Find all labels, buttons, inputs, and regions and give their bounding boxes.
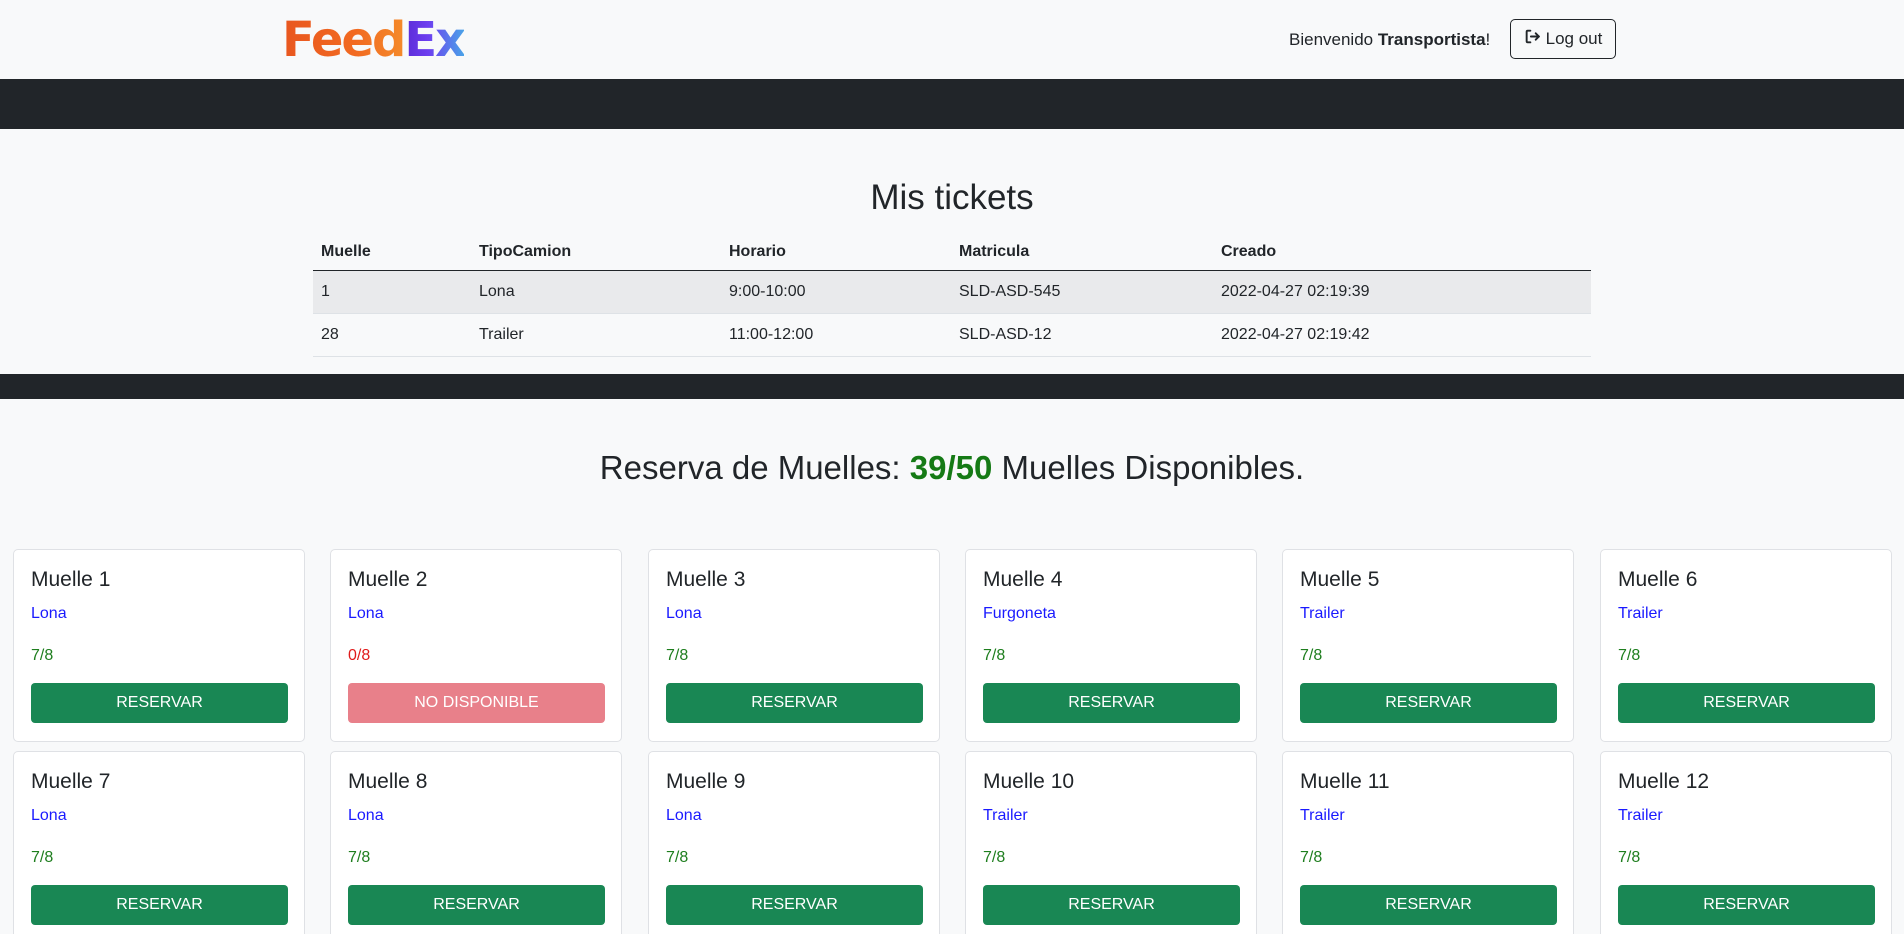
reservar-button[interactable]: RESERVAR (983, 885, 1240, 925)
reserva-title-suffix: Muelles Disponibles. (992, 449, 1305, 486)
muelle-tipo: Trailer (1618, 807, 1663, 824)
muelle-name: Muelle 11 (1300, 770, 1390, 793)
muelle-name: Muelle 3 (666, 568, 746, 591)
muelle-capacity: 7/8 (348, 849, 371, 866)
muelle-name: Muelle 12 (1618, 770, 1710, 793)
logo-ex: Ex (404, 12, 466, 68)
muelle-capacity: 7/8 (1300, 849, 1323, 866)
welcome-prefix: Bienvenido (1289, 30, 1378, 49)
muelle-card: Muelle 10 Trailer 7/8 RESERVAR (965, 751, 1257, 934)
muelle-name: Muelle 4 (983, 568, 1063, 591)
reservar-button[interactable]: RESERVAR (666, 885, 923, 925)
muelle-card: Muelle 3 Lona 7/8 RESERVAR (648, 549, 940, 742)
muelle-capacity: 0/8 (348, 647, 371, 664)
muelle-capacity: 7/8 (983, 849, 1006, 866)
muelle-tipo: Trailer (983, 807, 1028, 824)
table-row: 28 Trailer 11:00-12:00 SLD-ASD-12 2022-0… (313, 313, 1591, 357)
muelle-capacity: 7/8 (1300, 647, 1323, 664)
tickets-header-row: Muelle TipoCamion Horario Matricula Crea… (313, 235, 1591, 271)
muelle-name: Muelle 7 (31, 770, 111, 793)
reservar-button[interactable]: RESERVAR (348, 885, 605, 925)
cell-matricula: SLD-ASD-12 (951, 313, 1213, 357)
muelle-capacity: 7/8 (666, 647, 689, 664)
col-creado: Creado (1213, 235, 1591, 271)
muelle-name: Muelle 8 (348, 770, 428, 793)
reserva-title-prefix: Reserva de Muelles: (599, 449, 910, 486)
reservar-button[interactable]: RESERVAR (666, 683, 923, 723)
cell-matricula: SLD-ASD-545 (951, 270, 1213, 314)
muelle-name: Muelle 1 (31, 568, 111, 591)
tickets-table: Muelle TipoCamion Horario Matricula Crea… (313, 235, 1591, 357)
muelle-tipo: Trailer (1300, 807, 1345, 824)
muelle-tipo: Trailer (1300, 605, 1345, 622)
reserva-title: Reserva de Muelles: 39/50 Muelles Dispon… (0, 449, 1904, 487)
cell-muelle: 1 (313, 270, 471, 314)
logout-label: Log out (1545, 29, 1603, 48)
muelle-card: Muelle 4 Furgoneta 7/8 RESERVAR (965, 549, 1257, 742)
reservar-button[interactable]: RESERVAR (31, 683, 288, 723)
col-matricula: Matricula (951, 235, 1213, 271)
reservar-button[interactable]: RESERVAR (1618, 683, 1875, 723)
muelle-tipo: Lona (31, 605, 67, 622)
cell-horario: 11:00-12:00 (721, 313, 951, 357)
muelle-card: Muelle 11 Trailer 7/8 RESERVAR (1282, 751, 1574, 934)
welcome-message: Bienvenido Transportista! (1289, 30, 1490, 50)
muelle-card: Muelle 5 Trailer 7/8 RESERVAR (1282, 549, 1574, 742)
muelle-name: Muelle 9 (666, 770, 746, 793)
welcome-user: Transportista (1377, 30, 1486, 49)
cell-tipocamion: Lona (471, 270, 721, 314)
muelle-tipo: Lona (348, 605, 384, 622)
table-row: 1 Lona 9:00-10:00 SLD-ASD-545 2022-04-27… (313, 270, 1591, 314)
cell-creado: 2022-04-27 02:19:42 (1213, 313, 1591, 357)
muelle-card: Muelle 7 Lona 7/8 RESERVAR (13, 751, 305, 934)
col-tipocamion: TipoCamion (471, 235, 721, 271)
reservar-button[interactable]: RESERVAR (1618, 885, 1875, 925)
muelle-card: Muelle 12 Trailer 7/8 RESERVAR (1600, 751, 1892, 934)
muelle-capacity: 7/8 (1618, 849, 1641, 866)
muelle-card: Muelle 1 Lona 7/8 RESERVAR (13, 549, 305, 742)
muelle-tipo: Lona (348, 807, 384, 824)
welcome-suffix: ! (1485, 30, 1491, 49)
cell-horario: 9:00-10:00 (721, 270, 951, 314)
header: FeedEx Bienvenido Transportista! Log out (0, 0, 1904, 79)
cell-muelle: 28 (313, 313, 471, 357)
muelle-capacity: 7/8 (983, 647, 1006, 664)
muelle-name: Muelle 5 (1300, 568, 1380, 591)
available-count: 39/50 (909, 449, 993, 486)
reservar-button[interactable]: RESERVAR (983, 683, 1240, 723)
reservar-button[interactable]: RESERVAR (1300, 885, 1557, 925)
col-muelle: Muelle (313, 235, 471, 271)
muelle-capacity: 7/8 (31, 647, 54, 664)
muelle-capacity: 7/8 (31, 849, 54, 866)
middle-dark-bar (0, 374, 1904, 399)
muelle-name: Muelle 10 (983, 770, 1075, 793)
sign-out-icon (1524, 28, 1541, 50)
muelle-card: Muelle 9 Lona 7/8 RESERVAR (648, 751, 940, 934)
reservar-button[interactable]: RESERVAR (31, 885, 288, 925)
muelle-tipo: Lona (666, 605, 702, 622)
cell-creado: 2022-04-27 02:19:39 (1213, 270, 1591, 314)
muelle-capacity: 7/8 (666, 849, 689, 866)
muelle-capacity: 7/8 (1618, 647, 1641, 664)
tickets-title: Mis tickets (870, 178, 1034, 217)
no-disponible-button[interactable]: NO DISPONIBLE (348, 683, 605, 723)
muelle-card: Muelle 8 Lona 7/8 RESERVAR (330, 751, 622, 934)
feedex-logo[interactable]: FeedEx (282, 16, 466, 64)
muelle-tipo: Lona (31, 807, 67, 824)
reservar-button[interactable]: RESERVAR (1300, 683, 1557, 723)
muelle-tipo: Lona (666, 807, 702, 824)
col-horario: Horario (721, 235, 951, 271)
muelle-card: Muelle 2 Lona 0/8 NO DISPONIBLE (330, 549, 622, 742)
top-dark-bar (0, 79, 1904, 129)
logout-button[interactable]: Log out (1510, 19, 1616, 59)
muelle-name: Muelle 2 (348, 568, 428, 591)
muelle-name: Muelle 6 (1618, 568, 1698, 591)
logo-feed: Feed (282, 12, 406, 68)
muelle-tipo: Trailer (1618, 605, 1663, 622)
cell-tipocamion: Trailer (471, 313, 721, 357)
muelle-card: Muelle 6 Trailer 7/8 RESERVAR (1600, 549, 1892, 742)
muelle-tipo: Furgoneta (983, 605, 1056, 622)
